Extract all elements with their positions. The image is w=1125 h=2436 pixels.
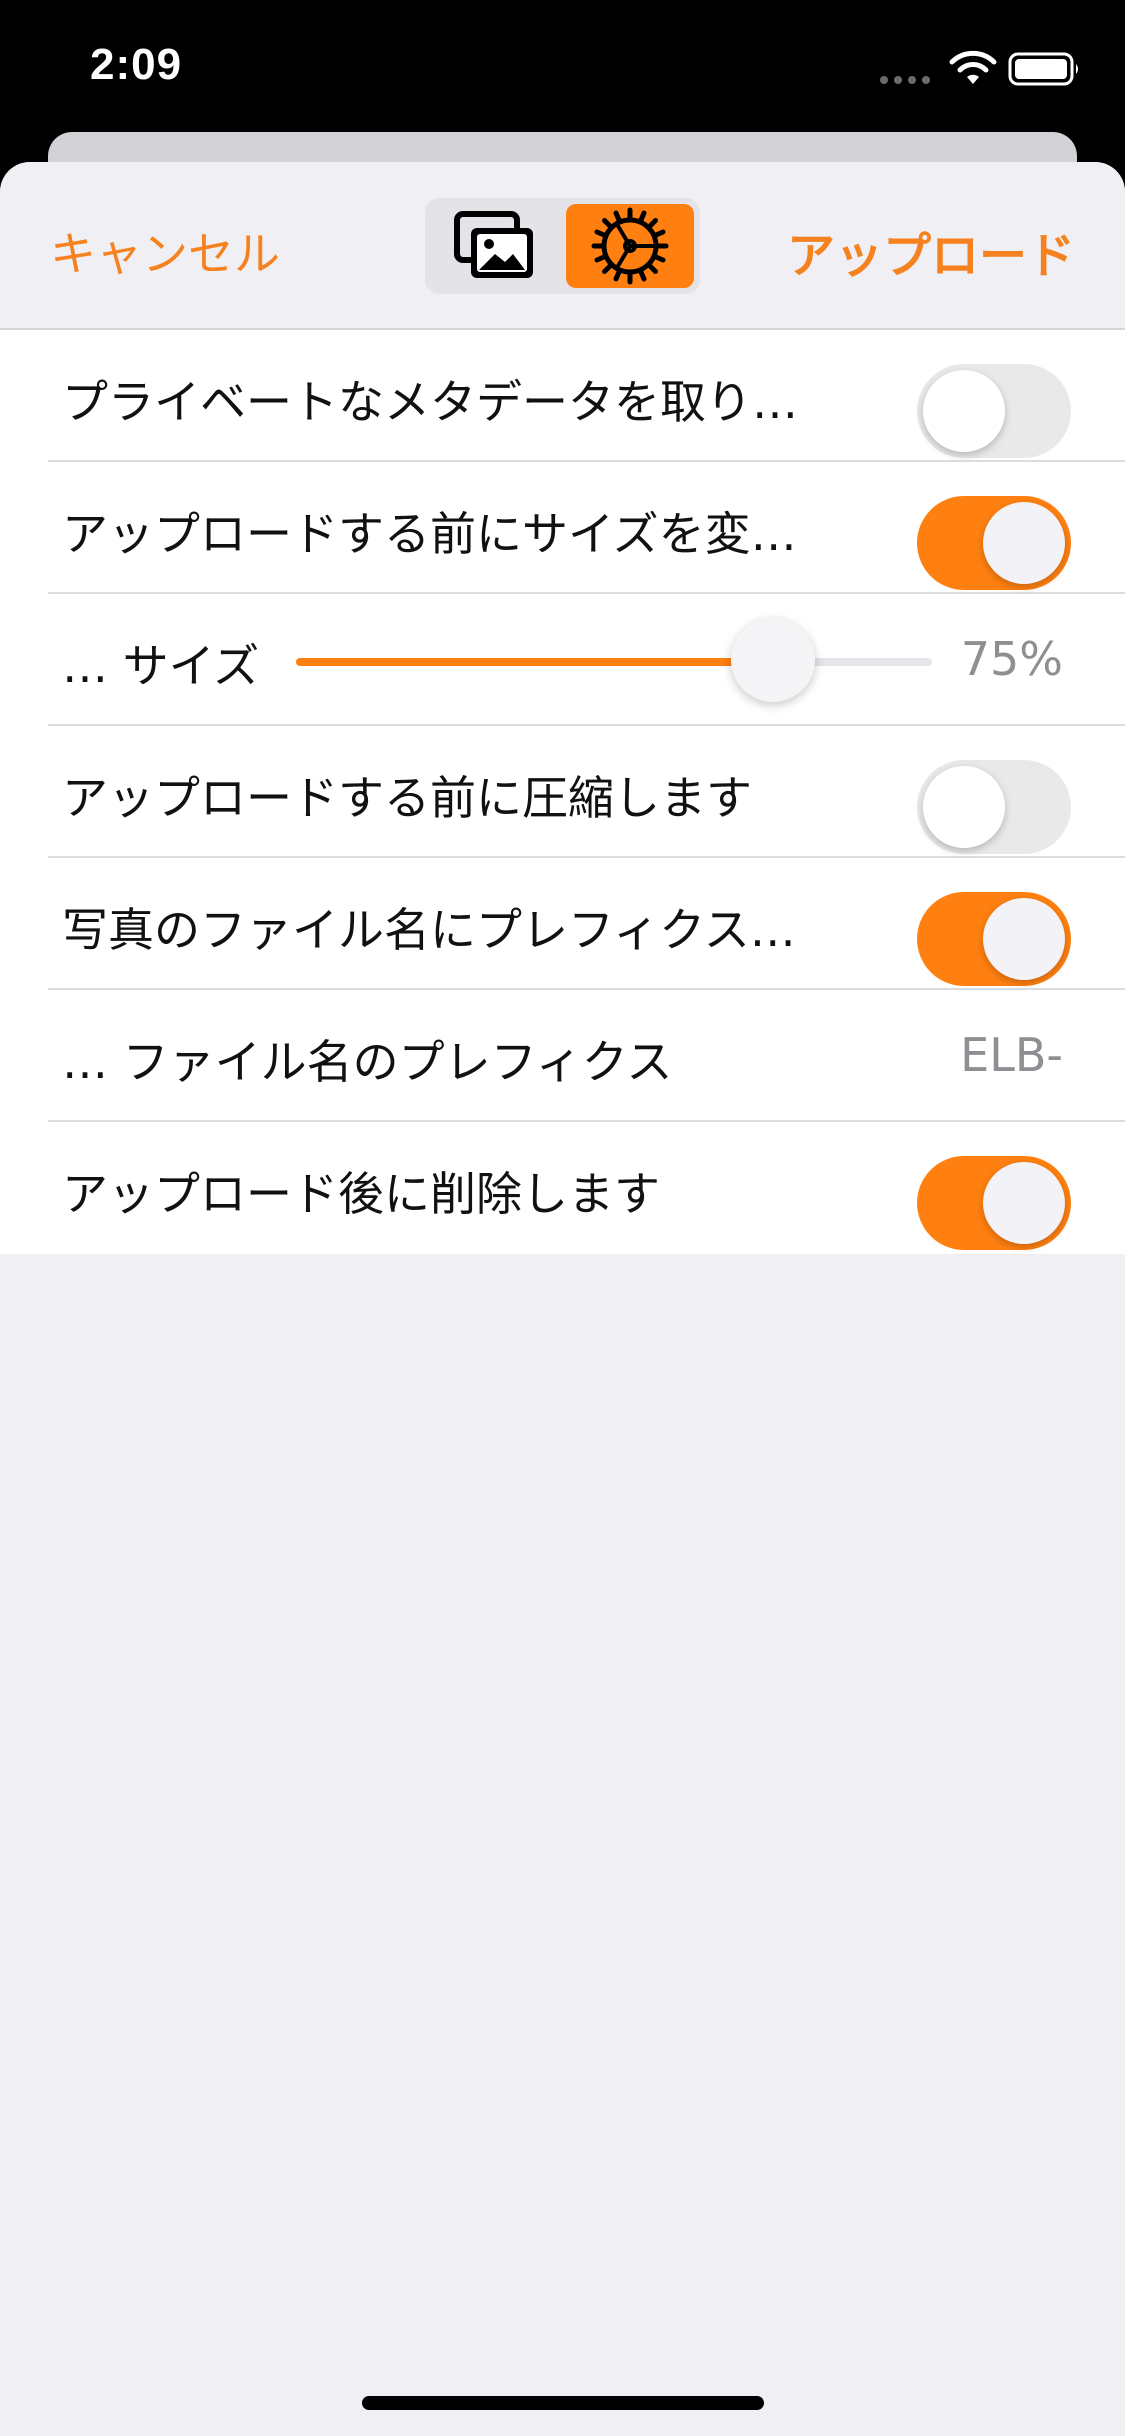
status-bar: 2:09 [0, 0, 1125, 150]
status-time: 2:09 [90, 40, 183, 89]
list-item-delete-after-upload: アップロード後に削除します [0, 1122, 1125, 1254]
view-segmented-control [425, 198, 700, 294]
delete-after-upload-label: アップロード後に削除します [62, 1167, 660, 1221]
resize-before-upload-label: アップロードする前にサイズを変… [62, 507, 797, 561]
strip-metadata-toggle[interactable] [917, 364, 1071, 458]
size-slider-thumb[interactable] [731, 618, 815, 702]
upload-settings-sheet: キャンセル アップロード プライベートなメタデータを取り… アップロードする前に… [0, 162, 1125, 2436]
cancel-button[interactable]: キャンセル [50, 218, 280, 284]
resize-before-upload-toggle[interactable] [917, 496, 1071, 590]
navigation-bar: キャンセル アップロード [0, 162, 1125, 330]
compress-before-upload-label: アップロードする前に圧縮します [62, 771, 752, 825]
list-item-filename-prefix[interactable]: … ファイル名のプレフィクス ELB- [0, 990, 1125, 1122]
home-indicator [362, 2396, 764, 2410]
list-item-strip-metadata: プライベートなメタデータを取り… [0, 330, 1125, 462]
gear-icon [591, 207, 669, 285]
list-item-compress-before-upload: アップロードする前に圧縮します [0, 726, 1125, 858]
list-item-resize-before-upload: アップロードする前にサイズを変… [0, 462, 1125, 594]
size-slider[interactable] [296, 618, 932, 702]
filename-prefix-value[interactable]: ELB- [960, 1028, 1063, 1082]
filename-prefix-label: … ファイル名のプレフィクス [62, 1035, 673, 1089]
upload-button[interactable]: アップロード [787, 216, 1075, 286]
size-label: … サイズ [62, 639, 260, 693]
filename-prefix-toggle[interactable] [917, 892, 1071, 986]
battery-icon [1008, 52, 1078, 86]
segment-settings[interactable] [566, 204, 694, 288]
photos-icon [454, 211, 533, 278]
segment-photos[interactable] [431, 204, 559, 288]
list-item-filename-prefix-toggle: 写真のファイル名にプレフィクス… [0, 858, 1125, 990]
size-value: 75% [960, 632, 1063, 686]
cellular-signal-icon [880, 76, 930, 84]
compress-before-upload-toggle[interactable] [917, 760, 1071, 854]
size-slider-fill [296, 658, 773, 666]
delete-after-upload-toggle[interactable] [917, 1156, 1071, 1250]
settings-list: プライベートなメタデータを取り… アップロードする前にサイズを変… … サイズ … [0, 330, 1125, 1254]
wifi-icon [949, 50, 997, 84]
strip-metadata-label: プライベートなメタデータを取り… [62, 375, 798, 429]
list-item-size: … サイズ 75% [0, 594, 1125, 726]
filename-prefix-toggle-label: 写真のファイル名にプレフィクス… [62, 903, 796, 957]
